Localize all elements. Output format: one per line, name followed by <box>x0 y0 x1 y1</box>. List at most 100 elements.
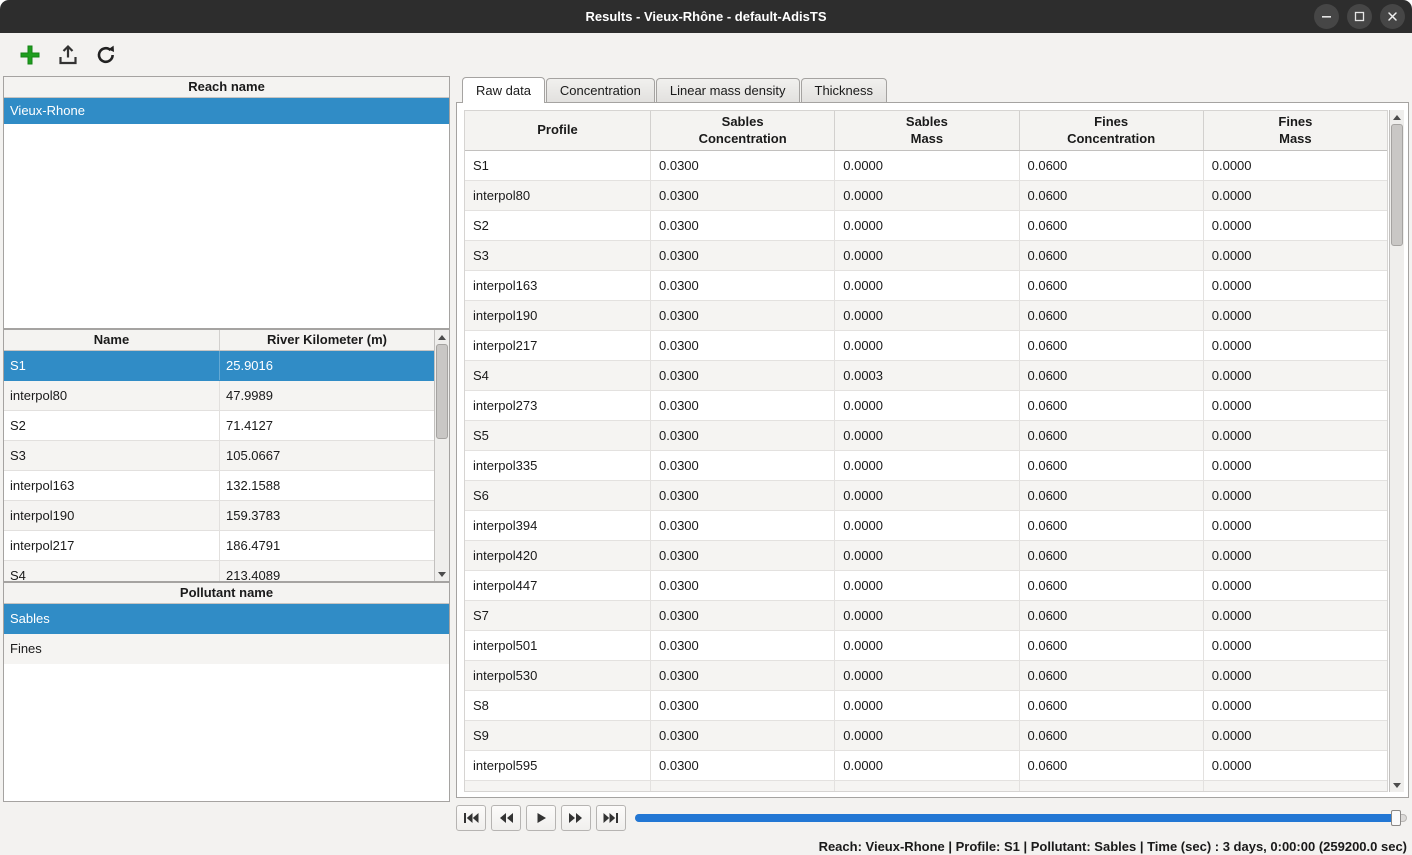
step-forward-button[interactable] <box>561 805 591 831</box>
results-header-cell[interactable]: FinesMass <box>1204 111 1387 150</box>
results-header-cell[interactable]: SablesConcentration <box>651 111 835 150</box>
toolbar <box>0 33 1412 76</box>
results-row[interactable]: S40.03000.00030.06000.0000 <box>465 361 1387 391</box>
results-scrollbar-track[interactable] <box>1390 124 1404 778</box>
time-slider-handle[interactable] <box>1391 810 1401 826</box>
profile-name-cell: interpol190 <box>4 501 220 530</box>
results-row[interactable]: interpol5300.03000.00000.06000.0000 <box>465 661 1387 691</box>
profile-row[interactable]: S4213.4089 <box>4 561 434 581</box>
pollutant-list[interactable]: SablesFines <box>4 604 449 801</box>
skip-to-start-button[interactable] <box>456 805 486 831</box>
results-row[interactable]: interpol4470.03000.00000.06000.0000 <box>465 571 1387 601</box>
minimize-button[interactable] <box>1314 4 1339 29</box>
results-cell: 0.0000 <box>1204 421 1387 450</box>
results-row[interactable]: interpol3350.03000.00000.06000.0000 <box>465 451 1387 481</box>
results-row[interactable]: interpol4200.03000.00000.06000.0000 <box>465 541 1387 571</box>
results-row[interactable]: interpol1900.03000.00000.06000.0000 <box>465 301 1387 331</box>
results-cell: 0.0000 <box>835 721 1019 750</box>
results-row[interactable]: interpol5950.03000.00000.06000.0000 <box>465 751 1387 781</box>
results-row[interactable]: S70.03000.00000.06000.0000 <box>465 601 1387 631</box>
results-row[interactable]: S100.03000.00000.06000.0000 <box>465 781 1387 791</box>
results-cell: 0.0300 <box>651 781 835 791</box>
results-cell: 0.0600 <box>1020 361 1204 390</box>
pollutant-list-item[interactable]: Sables <box>4 604 449 634</box>
results-header-cell[interactable]: SablesMass <box>835 111 1019 150</box>
close-button[interactable] <box>1380 4 1405 29</box>
scroll-up-arrow-icon[interactable] <box>1390 110 1404 124</box>
results-cell: 0.0000 <box>1204 661 1387 690</box>
time-slider[interactable] <box>635 809 1407 827</box>
tab-thickness[interactable]: Thickness <box>801 78 888 102</box>
profiles-scrollbar-track[interactable] <box>435 344 449 567</box>
profile-row[interactable]: S3105.0667 <box>4 441 434 471</box>
results-cell: 0.0600 <box>1020 451 1204 480</box>
header-line: Mass <box>1279 131 1312 148</box>
profile-header-river-kilometer[interactable]: River Kilometer (m) <box>220 330 434 350</box>
export-button[interactable] <box>54 41 82 69</box>
results-row[interactable]: S20.03000.00000.06000.0000 <box>465 211 1387 241</box>
results-cell: 0.0600 <box>1020 691 1204 720</box>
results-cell: 0.0000 <box>835 331 1019 360</box>
results-header-cell[interactable]: FinesConcentration <box>1020 111 1204 150</box>
results-cell: 0.0600 <box>1020 541 1204 570</box>
profiles-scrollbar[interactable] <box>434 330 449 581</box>
results-cell: 0.0000 <box>1204 691 1387 720</box>
profile-row[interactable]: interpol190159.3783 <box>4 501 434 531</box>
profile-row[interactable]: interpol8047.9989 <box>4 381 434 411</box>
maximize-button[interactable] <box>1347 4 1372 29</box>
play-button[interactable] <box>526 805 556 831</box>
window-controls <box>1314 4 1405 29</box>
profile-row[interactable]: S125.9016 <box>4 351 434 381</box>
results-row[interactable]: S80.03000.00000.06000.0000 <box>465 691 1387 721</box>
results-cell: 0.0000 <box>1204 451 1387 480</box>
status-bar: Reach: Vieux-Rhone | Profile: S1 | Pollu… <box>0 838 1412 855</box>
results-table-header: ProfileSablesConcentrationSablesMassFine… <box>465 111 1387 151</box>
scroll-up-arrow-icon[interactable] <box>435 330 449 344</box>
results-row[interactable]: interpol3940.03000.00000.06000.0000 <box>465 511 1387 541</box>
scroll-down-arrow-icon[interactable] <box>435 567 449 581</box>
results-cell: 0.0000 <box>835 631 1019 660</box>
results-panel: Raw dataConcentrationLinear mass density… <box>456 76 1409 838</box>
results-row[interactable]: S10.03000.00000.06000.0000 <box>465 151 1387 181</box>
pollutant-list-item[interactable]: Fines <box>4 634 449 664</box>
profile-header-name[interactable]: Name <box>4 330 220 350</box>
results-row[interactable]: interpol2170.03000.00000.06000.0000 <box>465 331 1387 361</box>
results-cell: S4 <box>465 361 651 390</box>
reach-list-item[interactable]: Vieux-Rhone <box>4 98 449 124</box>
results-scrollbar[interactable] <box>1389 110 1404 792</box>
step-backward-button[interactable] <box>491 805 521 831</box>
results-row[interactable]: S30.03000.00000.06000.0000 <box>465 241 1387 271</box>
results-row[interactable]: interpol800.03000.00000.06000.0000 <box>465 181 1387 211</box>
results-row[interactable]: interpol2730.03000.00000.06000.0000 <box>465 391 1387 421</box>
results-cell: 0.0000 <box>835 601 1019 630</box>
results-row[interactable]: interpol1630.03000.00000.06000.0000 <box>465 271 1387 301</box>
profile-row[interactable]: interpol163132.1588 <box>4 471 434 501</box>
profiles-scrollbar-thumb[interactable] <box>436 344 448 439</box>
profile-row[interactable]: interpol217186.4791 <box>4 531 434 561</box>
reach-list[interactable]: Vieux-Rhone <box>4 98 449 328</box>
skip-to-start-icon <box>463 812 479 824</box>
profile-name-cell: S4 <box>4 561 220 581</box>
results-cell: 0.0000 <box>1204 181 1387 210</box>
skip-to-end-button[interactable] <box>596 805 626 831</box>
results-cell: 0.0300 <box>651 301 835 330</box>
results-row[interactable]: S50.03000.00000.06000.0000 <box>465 421 1387 451</box>
add-button[interactable] <box>16 41 44 69</box>
results-cell: 0.0000 <box>1204 301 1387 330</box>
results-cell: S10 <box>465 781 651 791</box>
results-cell: 0.0000 <box>835 781 1019 791</box>
tab-linear-mass-density[interactable]: Linear mass density <box>656 78 800 102</box>
results-row[interactable]: S60.03000.00000.06000.0000 <box>465 481 1387 511</box>
tab-concentration[interactable]: Concentration <box>546 78 655 102</box>
refresh-icon <box>94 43 118 67</box>
results-scrollbar-thumb[interactable] <box>1391 124 1403 246</box>
scroll-down-arrow-icon[interactable] <box>1390 778 1404 792</box>
app-window: Results - Vieux-Rhône - default-AdisTS <box>0 0 1412 855</box>
results-row[interactable]: interpol5010.03000.00000.06000.0000 <box>465 631 1387 661</box>
tab-raw-data[interactable]: Raw data <box>462 77 545 103</box>
profile-row[interactable]: S271.4127 <box>4 411 434 441</box>
results-header-cell[interactable]: Profile <box>465 111 651 150</box>
results-row[interactable]: S90.03000.00000.06000.0000 <box>465 721 1387 751</box>
titlebar[interactable]: Results - Vieux-Rhône - default-AdisTS <box>0 0 1412 33</box>
refresh-button[interactable] <box>92 41 120 69</box>
